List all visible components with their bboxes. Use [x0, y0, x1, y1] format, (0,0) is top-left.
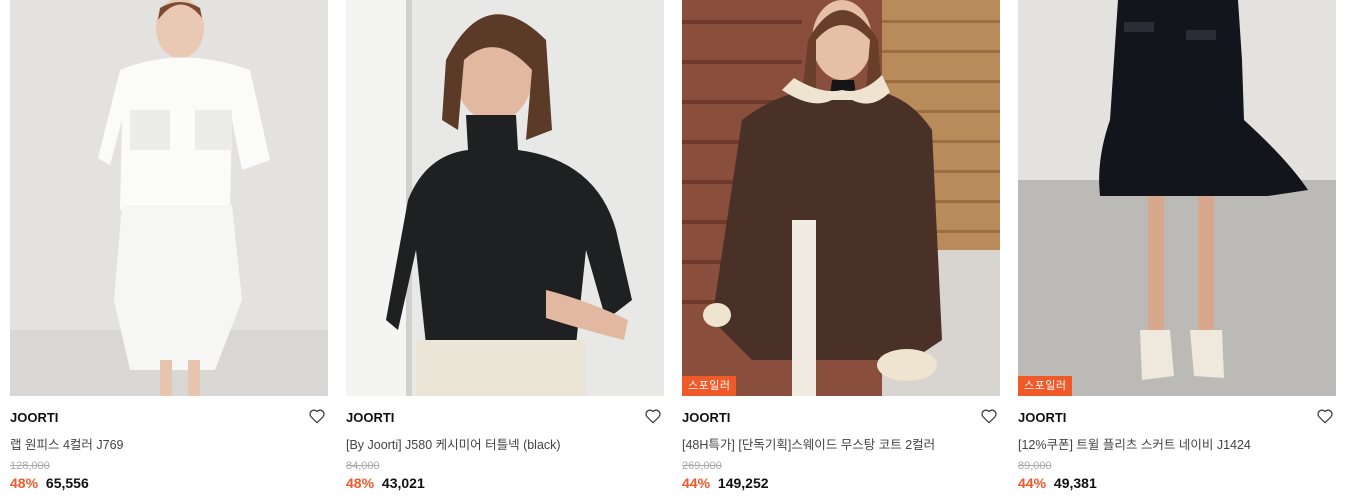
price-row: 48% 65,556 [10, 475, 89, 491]
original-price: 84,000 [346, 460, 380, 472]
product-name[interactable]: [48H특가] [단독기획]스웨이드 무스탕 코트 2컬러 [682, 434, 982, 453]
brand-name[interactable]: JOORTI [346, 410, 394, 425]
product-name[interactable]: [By Joorti] J580 케시미어 터틀넥 (black) [346, 434, 646, 453]
product-photo [10, 0, 328, 396]
product-card[interactable]: 스포일러 JOORTI [48H특가] [단독기획]스웨이드 무스탕 코트 2컬… [682, 0, 1000, 499]
original-price: 89,000 [1018, 460, 1052, 472]
heart-icon[interactable] [980, 407, 998, 425]
heart-icon[interactable] [1316, 407, 1334, 425]
discount-rate: 44% [1018, 475, 1047, 491]
heart-icon[interactable] [308, 407, 326, 425]
price-row: 44% 49,381 [1018, 475, 1097, 491]
spoiler-badge: 스포일러 [682, 376, 737, 396]
original-price: 128,000 [10, 460, 50, 472]
product-grid: JOORTI 랩 원피스 4컬러 J769 128,000 48% 65,556… [10, 0, 1336, 499]
discount-rate: 44% [682, 475, 711, 491]
discount-rate: 48% [346, 475, 375, 491]
product-name[interactable]: 랩 원피스 4컬러 J769 [10, 434, 310, 453]
product-name[interactable]: [12%쿠폰] 트윌 플리츠 스커트 네이비 J1424 [1018, 434, 1318, 453]
brand-name[interactable]: JOORTI [10, 410, 58, 425]
product-photo [1018, 0, 1336, 396]
brand-name[interactable]: JOORTI [1018, 410, 1066, 425]
sale-price: 43,021 [381, 475, 425, 491]
product-card[interactable]: JOORTI [By Joorti] J580 케시미어 터틀넥 (black)… [346, 0, 664, 499]
product-photo [346, 0, 664, 396]
sale-price: 65,556 [45, 475, 89, 491]
product-image[interactable] [10, 0, 328, 396]
product-card[interactable]: JOORTI 랩 원피스 4컬러 J769 128,000 48% 65,556 [10, 0, 328, 499]
product-card[interactable]: 스포일러 JOORTI [12%쿠폰] 트윌 플리츠 스커트 네이비 J1424… [1018, 0, 1336, 499]
original-price: 269,000 [682, 460, 722, 472]
discount-rate: 48% [10, 475, 39, 491]
brand-name[interactable]: JOORTI [682, 410, 730, 425]
product-image[interactable]: 스포일러 [1018, 0, 1336, 396]
product-image[interactable]: 스포일러 [682, 0, 1000, 396]
product-image[interactable] [346, 0, 664, 396]
spoiler-badge: 스포일러 [1018, 376, 1073, 396]
heart-icon[interactable] [644, 407, 662, 425]
price-row: 48% 43,021 [346, 475, 425, 491]
product-photo [682, 0, 1000, 396]
sale-price: 49,381 [1053, 475, 1097, 491]
price-row: 44% 149,252 [682, 475, 769, 491]
sale-price: 149,252 [717, 475, 769, 491]
